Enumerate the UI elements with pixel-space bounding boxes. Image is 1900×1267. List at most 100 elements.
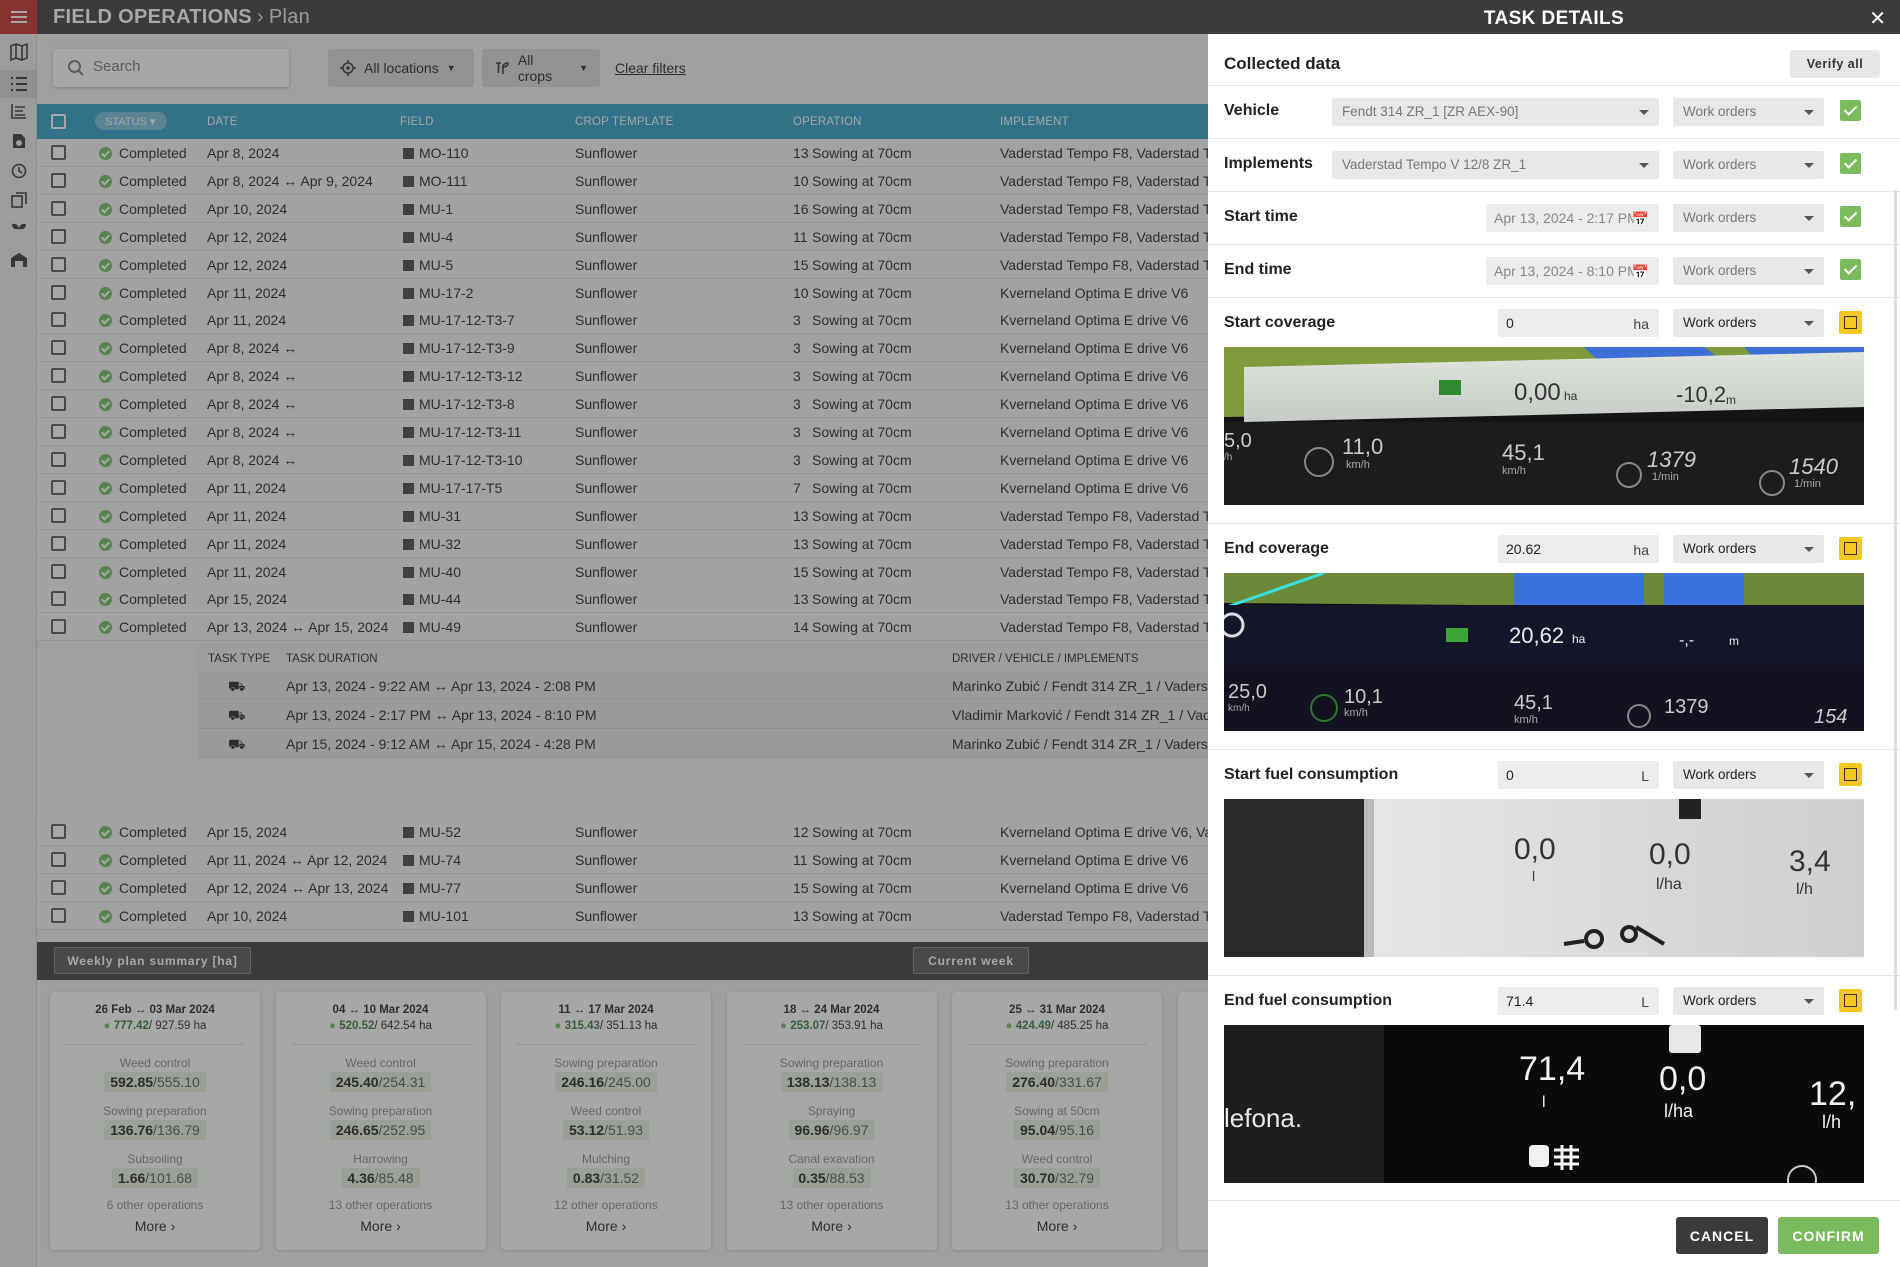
start-time-row: Start time Apr 13, 2024 - 2:17 PM 📅 Work … — [1208, 192, 1900, 245]
chevron-down-icon — [1804, 321, 1814, 326]
calendar-icon[interactable]: 📅 — [1632, 211, 1649, 228]
start-coverage-row: Start coverage 0 ha Work orders 0,00 ha -… — [1208, 298, 1900, 524]
svg-text:11,0: 11,0 — [1342, 434, 1383, 459]
end-fuel-row: End fuel consumption 71.4 L Work orders l… — [1208, 976, 1900, 1196]
vehicle-value: Fendt 314 ZR_1 [ZR AEX-90] — [1342, 104, 1519, 119]
start-fuel-source-select[interactable]: Work orders — [1673, 761, 1824, 789]
svg-text:ha: ha — [1572, 632, 1586, 646]
start-fuel-verify-checkbox[interactable] — [1839, 763, 1862, 786]
chevron-down-icon — [1804, 999, 1814, 1004]
svg-text:km/h: km/h — [1344, 707, 1368, 719]
start-fuel-row: Start fuel consumption 0L Work orders 0,… — [1208, 750, 1900, 976]
implements-verified-checkbox[interactable] — [1840, 153, 1861, 174]
svg-text:3,4: 3,4 — [1789, 845, 1831, 878]
unit-label: L — [1641, 994, 1649, 1010]
vehicle-select[interactable]: Fendt 314 ZR_1 [ZR AEX-90] — [1332, 98, 1659, 126]
collected-data-title: Collected data — [1224, 54, 1341, 73]
svg-text:71,4: 71,4 — [1519, 1050, 1585, 1088]
end-time-input[interactable]: Apr 13, 2024 - 8:10 PM 📅 — [1486, 257, 1659, 285]
start-coverage-label: Start coverage — [1224, 314, 1336, 331]
chevron-down-icon — [1804, 773, 1814, 778]
end-coverage-source-select[interactable]: Work orders — [1673, 535, 1824, 563]
svg-text:lefona.: lefona. — [1224, 1103, 1302, 1133]
svg-text:/h: /h — [1224, 452, 1232, 463]
panel-footer: CANCEL CONFIRM — [1208, 1200, 1900, 1267]
end-time-source-select[interactable]: Work orders — [1673, 257, 1824, 285]
start-fuel-input[interactable]: 0L — [1498, 761, 1659, 789]
start-coverage-source-select[interactable]: Work orders — [1673, 309, 1824, 337]
chevron-down-icon — [1804, 110, 1814, 115]
end-fuel-verify-checkbox[interactable] — [1839, 989, 1862, 1012]
end-coverage-input[interactable]: 20.62 ha — [1498, 535, 1659, 563]
vehicle-verified-checkbox[interactable] — [1840, 100, 1861, 121]
unit-label: L — [1641, 768, 1649, 784]
svg-text:-,-: -,- — [1679, 632, 1694, 649]
end-time-verified-checkbox[interactable] — [1840, 259, 1861, 280]
end-coverage-row: End coverage 20.62 ha Work orders 20,62 h… — [1208, 524, 1900, 750]
end-fuel-photo[interactable]: lefona. 71,4 l 0,0 l/ha 12, l/h — [1224, 1025, 1864, 1183]
panel-header: TASK DETAILS ✕ — [1208, 0, 1900, 34]
svg-text:154: 154 — [1814, 706, 1847, 728]
chevron-down-icon — [1804, 547, 1814, 552]
start-time-label: Start time — [1224, 208, 1298, 225]
svg-text:20,62: 20,62 — [1509, 623, 1564, 648]
panel-title: TASK DETAILS — [1483, 8, 1625, 29]
start-time-value: Apr 13, 2024 - 2:17 PM — [1494, 210, 1639, 226]
svg-text:km/h: km/h — [1514, 714, 1538, 726]
svg-text:0,0: 0,0 — [1649, 838, 1691, 871]
start-time-verified-checkbox[interactable] — [1840, 206, 1861, 227]
photo-area: 0,00 — [1514, 379, 1561, 406]
task-details-panel: TASK DETAILS ✕ Collected data Verify all… — [1208, 0, 1900, 1267]
end-coverage-label: End coverage — [1224, 540, 1329, 557]
confirm-button[interactable]: CONFIRM — [1778, 1217, 1879, 1254]
modal-overlay[interactable] — [0, 0, 1208, 1267]
start-time-input[interactable]: Apr 13, 2024 - 2:17 PM 📅 — [1486, 204, 1659, 232]
end-coverage-value: 20.62 — [1506, 541, 1542, 557]
panel-scrollbar[interactable] — [1894, 190, 1897, 1010]
svg-text:l/h: l/h — [1796, 881, 1813, 898]
svg-text:km/h: km/h — [1502, 465, 1526, 477]
implements-source-select[interactable]: Work orders — [1673, 151, 1824, 179]
start-coverage-input[interactable]: 0 ha — [1498, 309, 1659, 337]
source-value: Work orders — [1683, 104, 1757, 119]
implements-value: Vaderstad Tempo V 12/8 ZR_1 — [1342, 157, 1527, 172]
svg-text:l: l — [1532, 868, 1535, 884]
vehicle-source-select[interactable]: Work orders — [1673, 98, 1824, 126]
start-fuel-label: Start fuel consumption — [1224, 766, 1399, 783]
unit-label: ha — [1633, 542, 1649, 558]
end-fuel-source-select[interactable]: Work orders — [1673, 987, 1824, 1015]
svg-text:1/min: 1/min — [1652, 471, 1679, 483]
start-coverage-photo[interactable]: 0,00 ha -10,2 m 5,0 /h 11,0 km/h 45,1 km… — [1224, 347, 1864, 505]
svg-text:45,1: 45,1 — [1514, 692, 1553, 714]
chevron-down-icon — [1804, 269, 1814, 274]
cancel-button[interactable]: CANCEL — [1676, 1217, 1768, 1254]
svg-text:km/h: km/h — [1228, 703, 1250, 714]
source-value: Work orders — [1683, 541, 1757, 556]
calendar-icon[interactable]: 📅 — [1632, 264, 1649, 281]
end-fuel-label: End fuel consumption — [1224, 992, 1392, 1009]
svg-text:m: m — [1726, 393, 1736, 407]
vehicle-row: Vehicle Fendt 314 ZR_1 [ZR AEX-90] Work … — [1208, 86, 1900, 139]
end-fuel-value: 71.4 — [1506, 993, 1534, 1009]
source-value: Work orders — [1683, 993, 1757, 1008]
end-fuel-input[interactable]: 71.4 L — [1498, 987, 1659, 1015]
verify-all-button[interactable]: Verify all — [1790, 50, 1880, 78]
start-coverage-verify-checkbox[interactable] — [1839, 311, 1862, 334]
source-value: Work orders — [1683, 157, 1757, 172]
svg-text:45,1: 45,1 — [1502, 440, 1545, 465]
start-fuel-photo[interactable]: 0,0 l 0,0 l/ha 3,4 l/h — [1224, 799, 1864, 957]
svg-text:1/min: 1/min — [1794, 478, 1821, 490]
close-icon[interactable]: ✕ — [1869, 6, 1886, 31]
svg-text:km/h: km/h — [1346, 459, 1370, 471]
end-coverage-verify-checkbox[interactable] — [1839, 537, 1862, 560]
chevron-down-icon — [1639, 110, 1649, 115]
svg-text:l/ha: l/ha — [1664, 1101, 1694, 1121]
svg-text:12,: 12, — [1809, 1075, 1856, 1113]
implements-select[interactable]: Vaderstad Tempo V 12/8 ZR_1 — [1332, 151, 1659, 179]
vehicle-label: Vehicle — [1224, 102, 1280, 119]
source-value: Work orders — [1683, 210, 1757, 225]
start-time-source-select[interactable]: Work orders — [1673, 204, 1824, 232]
svg-text:l/h: l/h — [1822, 1112, 1841, 1132]
svg-text:1540: 1540 — [1789, 454, 1839, 479]
end-coverage-photo[interactable]: 20,62 ha -,- m 25,0 km/h 10,1 km/h 45,1 … — [1224, 573, 1864, 731]
